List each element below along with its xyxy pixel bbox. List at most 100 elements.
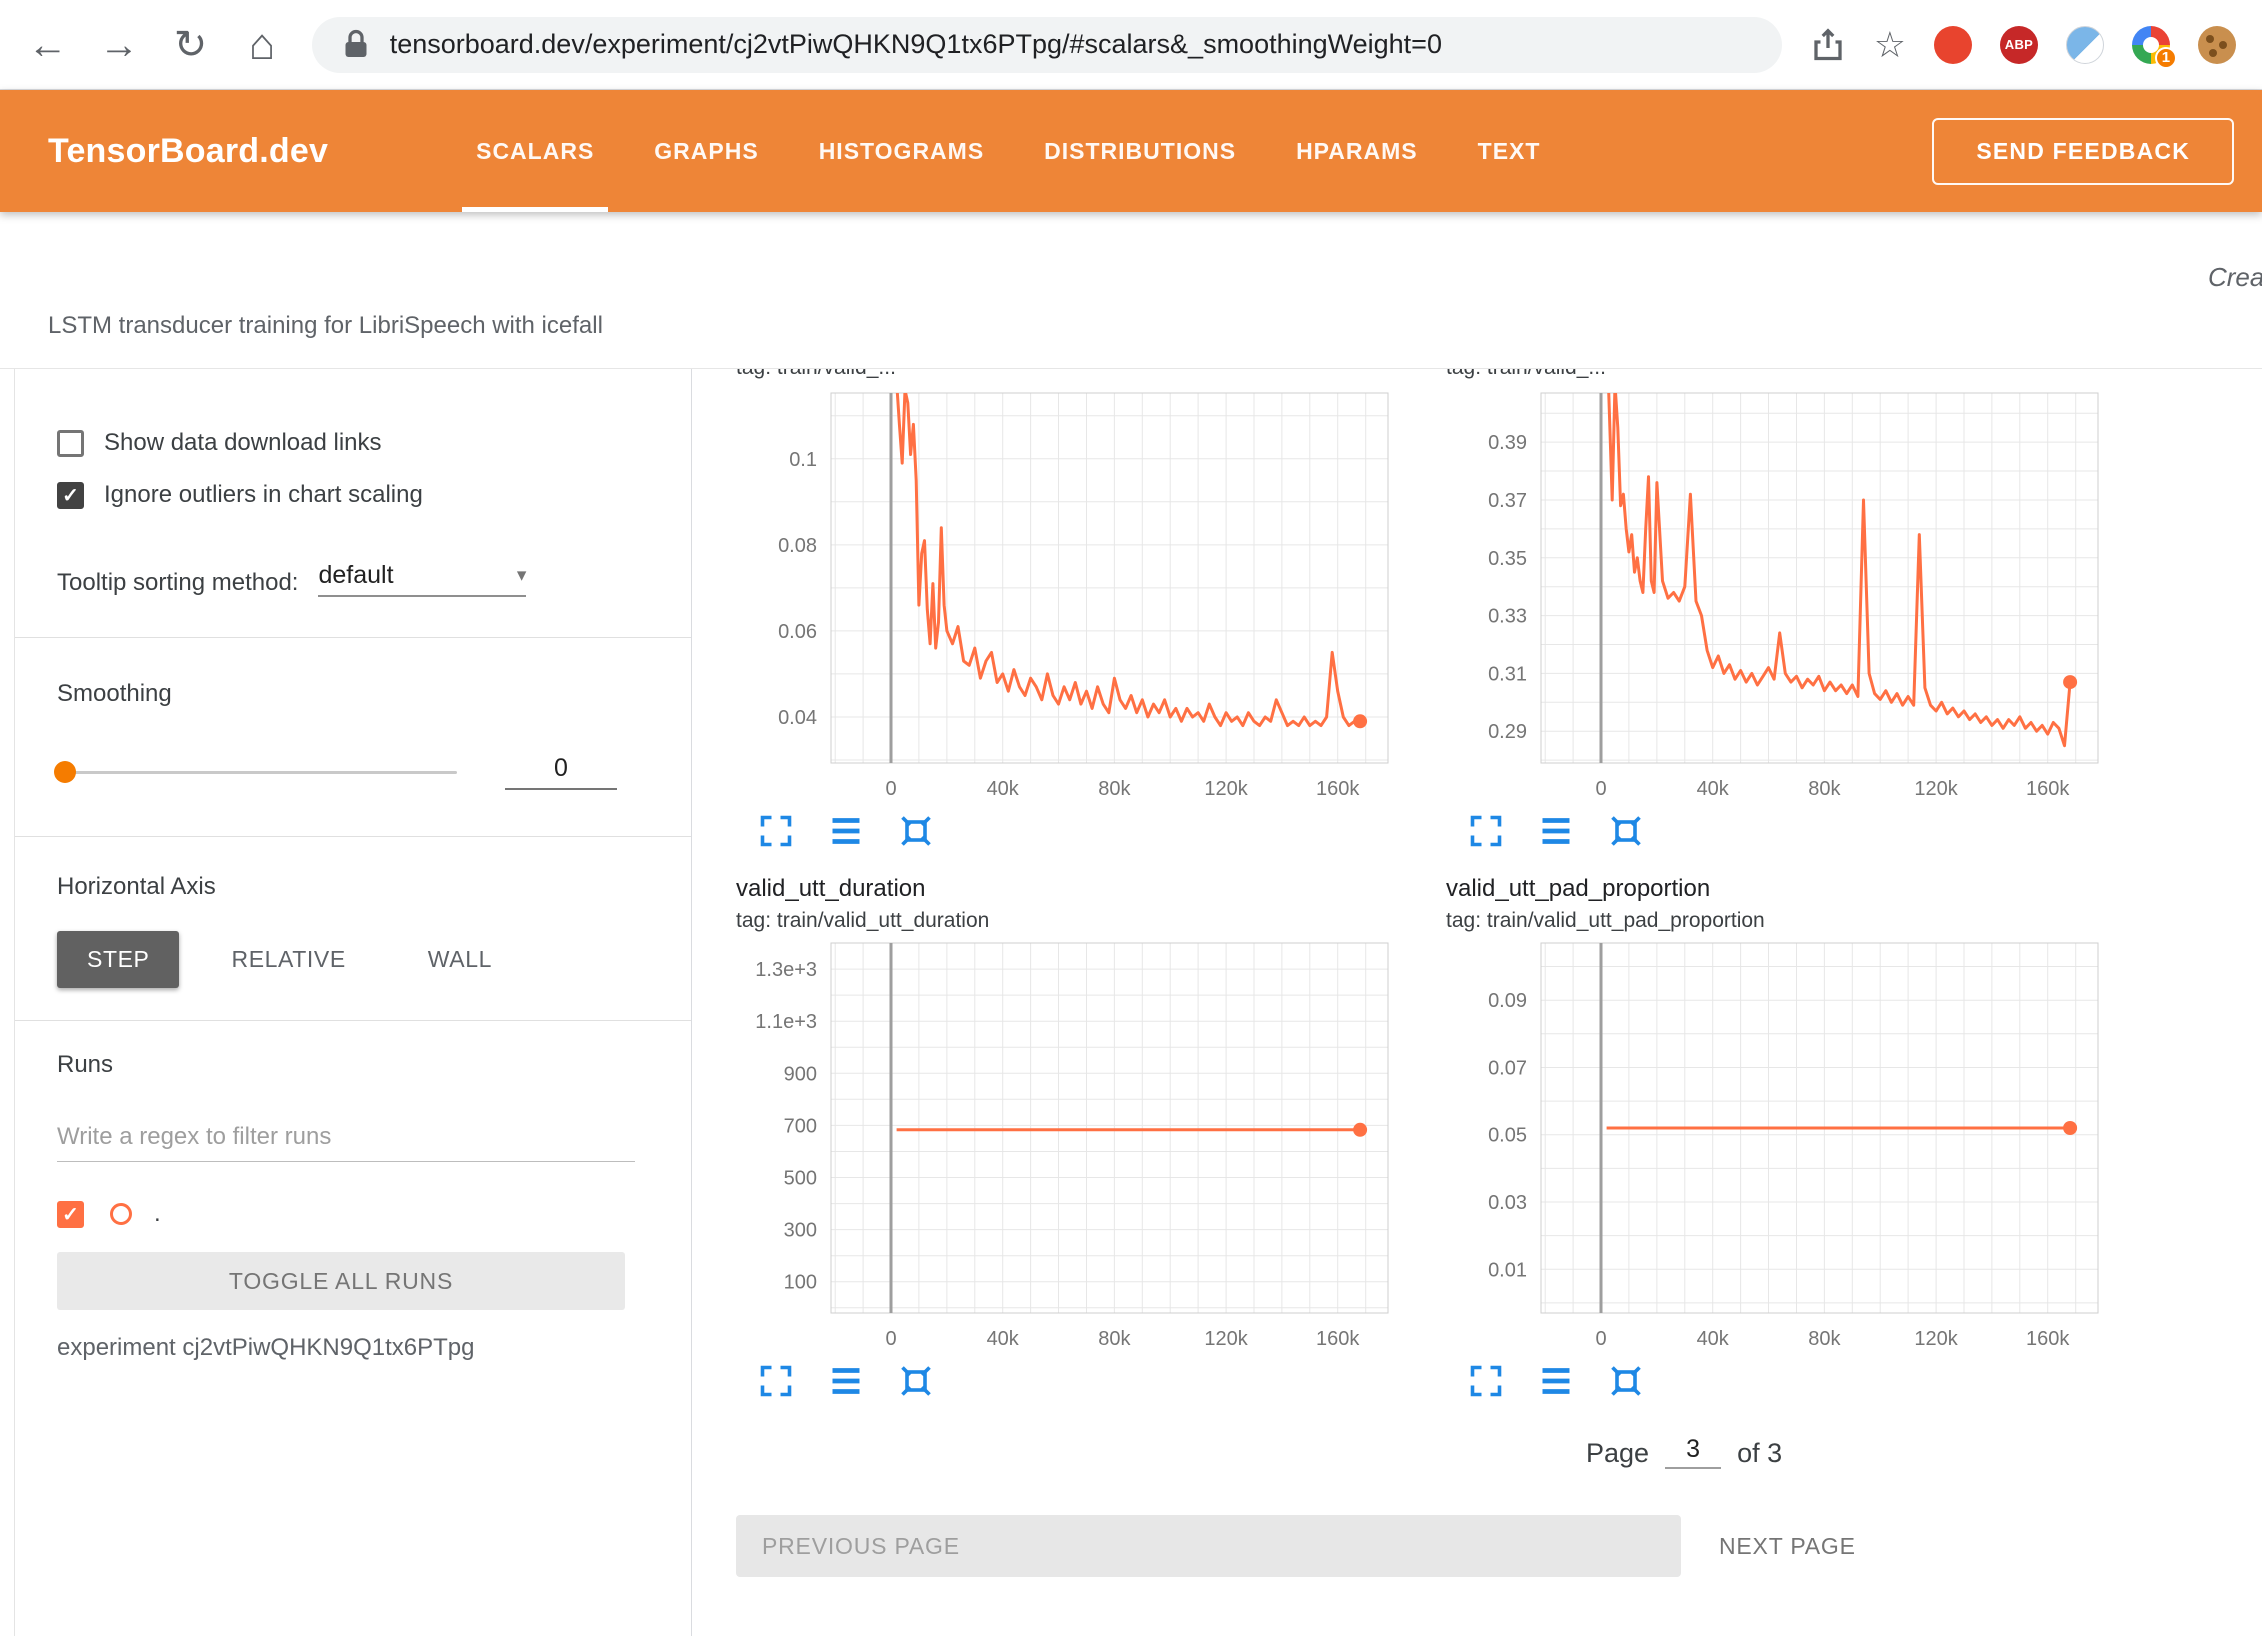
svg-text:80k: 80k bbox=[1098, 778, 1131, 800]
show-download-links-row[interactable]: Show data download links bbox=[57, 429, 651, 457]
page-of-label: of 3 bbox=[1737, 1438, 1782, 1469]
svg-text:0.01: 0.01 bbox=[1488, 1259, 1527, 1281]
svg-text:0: 0 bbox=[885, 1328, 896, 1350]
svg-text:0: 0 bbox=[1595, 778, 1606, 800]
smoothing-value-input[interactable]: 0 bbox=[505, 754, 617, 790]
svg-text:0.06: 0.06 bbox=[778, 621, 817, 643]
chart-card: tag: train/valid_... 0.040.060.080.1040k… bbox=[736, 369, 1396, 849]
send-feedback-button[interactable]: SEND FEEDBACK bbox=[1932, 118, 2234, 185]
smoothing-label: Smoothing bbox=[57, 680, 651, 708]
home-icon[interactable]: ⌂ bbox=[240, 23, 283, 67]
reload-icon[interactable]: ↻ bbox=[169, 25, 212, 65]
chart-actions bbox=[736, 813, 1396, 849]
show-download-links-label: Show data download links bbox=[104, 429, 382, 457]
tab-scalars[interactable]: SCALARS bbox=[446, 90, 624, 212]
next-page-button[interactable]: NEXT PAGE bbox=[1719, 1533, 1856, 1560]
svg-text:0.37: 0.37 bbox=[1488, 490, 1527, 512]
chart-tag: tag: train/valid_utt_pad_proportion bbox=[1446, 909, 2106, 933]
scalar-chart-canvas[interactable]: 0.010.030.050.070.09040k80k120k160k bbox=[1446, 939, 2106, 1357]
svg-text:700: 700 bbox=[784, 1115, 817, 1137]
smoothing-slider-knob[interactable] bbox=[54, 761, 76, 783]
show-download-links-checkbox[interactable] bbox=[57, 430, 84, 457]
content-area: Show data download links ✓ Ignore outlie… bbox=[0, 369, 2262, 1636]
horizontal-axis-buttons: STEP RELATIVE WALL bbox=[57, 931, 651, 988]
runs-filter-input[interactable]: Write a regex to filter runs bbox=[57, 1123, 635, 1162]
axis-wall-button[interactable]: WALL bbox=[398, 931, 522, 988]
adblock-extension-icon[interactable] bbox=[1934, 26, 1972, 64]
share-icon[interactable] bbox=[1810, 27, 1846, 63]
tab-histograms[interactable]: HISTOGRAMS bbox=[789, 90, 1014, 212]
tab-hparams[interactable]: HPARAMS bbox=[1266, 90, 1448, 212]
maximize-chart-icon[interactable] bbox=[758, 813, 794, 849]
svg-text:0: 0 bbox=[1595, 1328, 1606, 1350]
charts-grid: tag: train/valid_... 0.040.060.080.1040k… bbox=[736, 369, 2262, 1399]
sidebar-divider bbox=[15, 836, 691, 837]
previous-page-button[interactable]: PREVIOUS PAGE bbox=[736, 1515, 1681, 1577]
page-label: Page bbox=[1586, 1438, 1649, 1469]
maximize-chart-icon[interactable] bbox=[1468, 1363, 1504, 1399]
chart-actions bbox=[1446, 813, 2106, 849]
blue-extension-icon[interactable] bbox=[2066, 26, 2104, 64]
clipped-chart-tag: tag: train/valid_... bbox=[736, 369, 1396, 383]
svg-text:0.09: 0.09 bbox=[1488, 990, 1527, 1012]
fit-domain-icon[interactable] bbox=[898, 813, 934, 849]
scalar-chart-canvas[interactable]: 0.040.060.080.1040k80k120k160k bbox=[736, 389, 1396, 807]
maximize-chart-icon[interactable] bbox=[758, 1363, 794, 1399]
svg-text:40k: 40k bbox=[1697, 1328, 1730, 1350]
fit-domain-icon[interactable] bbox=[1608, 813, 1644, 849]
svg-text:100: 100 bbox=[784, 1272, 817, 1294]
lock-icon bbox=[338, 27, 374, 63]
page-number-input[interactable]: 3 bbox=[1665, 1435, 1721, 1469]
url-bar[interactable]: tensorboard.dev/experiment/cj2vtPiwQHKN9… bbox=[312, 17, 1782, 73]
chart-card: valid_utt_pad_proportion tag: train/vali… bbox=[1446, 875, 2106, 1399]
svg-text:120k: 120k bbox=[1204, 778, 1248, 800]
log-scale-icon[interactable] bbox=[828, 813, 864, 849]
run-color-swatch bbox=[110, 1203, 132, 1225]
log-scale-icon[interactable] bbox=[1538, 1363, 1574, 1399]
svg-text:40k: 40k bbox=[987, 778, 1020, 800]
ignore-outliers-checkbox[interactable]: ✓ bbox=[57, 482, 84, 509]
bookmark-star-icon[interactable]: ☆ bbox=[1874, 27, 1906, 63]
svg-text:0.1: 0.1 bbox=[789, 449, 817, 471]
run-checkbox[interactable]: ✓ bbox=[57, 1201, 84, 1228]
pie-extension-icon[interactable]: 1 bbox=[2132, 26, 2170, 64]
axis-step-button[interactable]: STEP bbox=[57, 931, 179, 988]
maximize-chart-icon[interactable] bbox=[1468, 813, 1504, 849]
scalar-chart-canvas[interactable]: 1003005007009001.1e+31.3e+3040k80k120k16… bbox=[736, 939, 1396, 1357]
tab-text[interactable]: TEXT bbox=[1448, 90, 1571, 212]
sidebar-divider bbox=[15, 1020, 691, 1021]
scalar-chart-canvas[interactable]: 0.290.310.330.350.370.39040k80k120k160k bbox=[1446, 389, 2106, 807]
chart-card: valid_utt_duration tag: train/valid_utt_… bbox=[736, 875, 1396, 1399]
svg-text:0.03: 0.03 bbox=[1488, 1192, 1527, 1214]
svg-text:900: 900 bbox=[784, 1063, 817, 1085]
runs-label: Runs bbox=[57, 1051, 651, 1079]
tensorboard-header: TensorBoard.dev SCALARS GRAPHS HISTOGRAM… bbox=[0, 90, 2262, 212]
axis-relative-button[interactable]: RELATIVE bbox=[201, 931, 375, 988]
toggle-all-runs-button[interactable]: TOGGLE ALL RUNS bbox=[57, 1252, 625, 1310]
charts-panel: tag: train/valid_... 0.040.060.080.1040k… bbox=[692, 369, 2262, 1636]
fit-domain-icon[interactable] bbox=[898, 1363, 934, 1399]
tooltip-sorting-select[interactable]: default ▾ bbox=[318, 561, 526, 597]
svg-text:1.1e+3: 1.1e+3 bbox=[755, 1011, 817, 1033]
back-icon[interactable]: ← bbox=[26, 25, 69, 65]
pagination: Page 3 of 3 bbox=[1586, 1435, 2262, 1469]
pager-buttons: PREVIOUS PAGE NEXT PAGE bbox=[736, 1515, 2262, 1577]
svg-text:80k: 80k bbox=[1098, 1328, 1131, 1350]
svg-text:0.04: 0.04 bbox=[778, 707, 817, 729]
abp-extension-icon[interactable]: ABP bbox=[2000, 26, 2038, 64]
ignore-outliers-row[interactable]: ✓ Ignore outliers in chart scaling bbox=[57, 481, 651, 509]
tab-distributions[interactable]: DISTRIBUTIONS bbox=[1014, 90, 1266, 212]
log-scale-icon[interactable] bbox=[1538, 813, 1574, 849]
extension-badge: 1 bbox=[2155, 47, 2177, 69]
log-scale-icon[interactable] bbox=[828, 1363, 864, 1399]
svg-text:80k: 80k bbox=[1808, 1328, 1841, 1350]
run-list-item[interactable]: ✓ . bbox=[57, 1200, 651, 1228]
fit-domain-icon[interactable] bbox=[1608, 1363, 1644, 1399]
tab-graphs[interactable]: GRAPHS bbox=[624, 90, 788, 212]
svg-text:0.35: 0.35 bbox=[1488, 548, 1527, 570]
svg-text:40k: 40k bbox=[1697, 778, 1730, 800]
cookie-extension-icon[interactable] bbox=[2198, 26, 2236, 64]
smoothing-slider-track[interactable] bbox=[57, 771, 457, 774]
forward-icon[interactable]: → bbox=[97, 25, 140, 65]
brand-logo[interactable]: TensorBoard.dev bbox=[48, 132, 328, 171]
